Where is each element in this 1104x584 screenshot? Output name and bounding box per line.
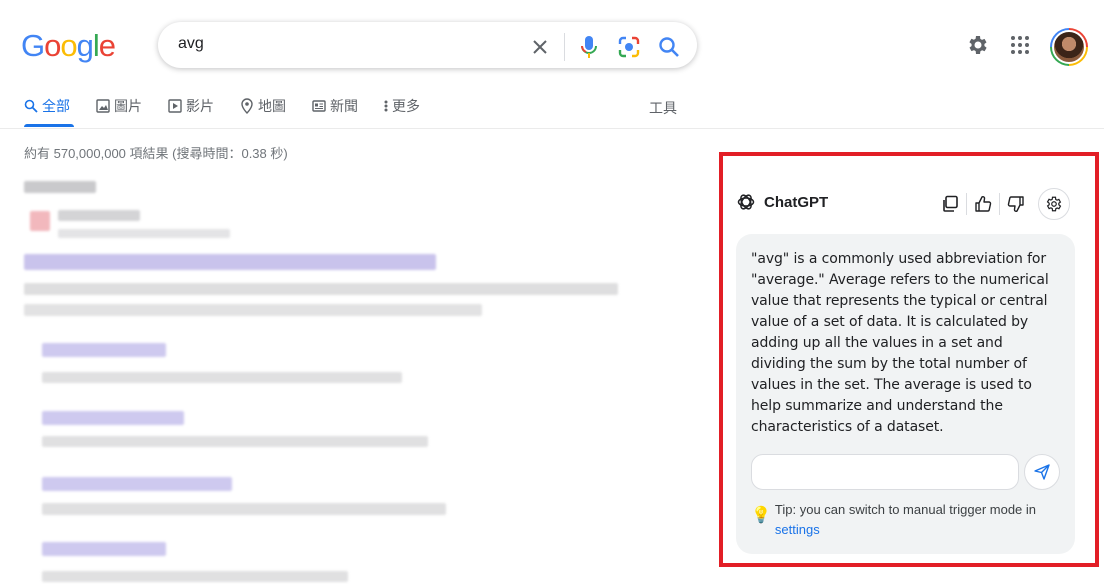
- thumbs-up-icon[interactable]: [969, 189, 997, 219]
- news-icon: [312, 100, 326, 112]
- search-icon: [24, 99, 38, 113]
- tab-all[interactable]: 全部: [24, 96, 70, 116]
- tab-videos[interactable]: 影片: [168, 96, 214, 116]
- search-divider: [564, 33, 565, 61]
- search-box[interactable]: avg: [158, 22, 697, 68]
- logo-letter: o: [60, 28, 77, 63]
- openai-logo-icon: [736, 192, 756, 212]
- logo-letter: e: [98, 28, 116, 63]
- chatgpt-input[interactable]: [751, 454, 1019, 490]
- google-logo[interactable]: Google: [21, 28, 116, 64]
- logo-letter: g: [76, 28, 94, 63]
- table-row[interactable]: [24, 254, 436, 270]
- send-button[interactable]: [1024, 454, 1060, 490]
- send-icon: [1034, 464, 1050, 480]
- result-stats: 約有 570,000,000 項結果 (搜尋時間：0.38 秒): [24, 146, 288, 161]
- action-divider: [999, 193, 1000, 215]
- camera-lens-icon[interactable]: [617, 35, 641, 59]
- chatgpt-card: "avg" is a commonly used abbreviation fo…: [736, 234, 1075, 554]
- chatgpt-title: ChatGPT: [764, 193, 829, 211]
- search-tabs: 全部 圖片 影片 地圖 新聞 更多: [24, 96, 446, 128]
- list-item[interactable]: [42, 411, 184, 425]
- chatgpt-answer: "avg" is a commonly used abbreviation fo…: [751, 251, 1049, 435]
- tab-news[interactable]: 新聞: [312, 96, 358, 116]
- search-icon[interactable]: [657, 35, 681, 59]
- chatgpt-settings-button[interactable]: [1038, 188, 1070, 220]
- copy-icon[interactable]: [936, 189, 964, 219]
- tip: 💡 Tip: you can switch to manual trigger …: [751, 500, 1061, 540]
- gear-icon: [1046, 196, 1062, 212]
- logo-letter: G: [21, 28, 45, 63]
- settings-link[interactable]: settings: [775, 522, 820, 537]
- microphone-icon[interactable]: [577, 35, 601, 59]
- clear-icon[interactable]: [528, 35, 552, 59]
- lightbulb-icon: 💡: [751, 507, 771, 524]
- tab-more[interactable]: 更多: [384, 96, 420, 116]
- search-input[interactable]: avg: [178, 35, 204, 53]
- header-divider: [0, 128, 1104, 129]
- action-divider: [966, 193, 967, 215]
- image-icon: [96, 99, 110, 113]
- video-icon: [168, 99, 182, 113]
- tools-button[interactable]: 工具: [649, 98, 677, 118]
- list-item[interactable]: [42, 542, 166, 556]
- apps-grid-icon[interactable]: [1008, 33, 1032, 62]
- account-avatar[interactable]: [1050, 28, 1088, 66]
- settings-gear-icon[interactable]: [966, 33, 990, 62]
- list-item[interactable]: [42, 477, 232, 491]
- map-pin-icon: [241, 98, 253, 114]
- thumbs-down-icon[interactable]: [1002, 189, 1030, 219]
- tab-images[interactable]: 圖片: [96, 96, 142, 116]
- logo-letter: o: [44, 28, 61, 63]
- more-vert-icon: [384, 100, 388, 112]
- chatgpt-header: ChatGPT: [736, 192, 828, 212]
- active-tab-indicator: [24, 124, 74, 127]
- tab-maps[interactable]: 地圖: [240, 96, 286, 116]
- tip-text: Tip: you can switch to manual trigger mo…: [774, 502, 1037, 517]
- list-item[interactable]: [42, 343, 166, 357]
- chatgpt-actions: [936, 188, 1070, 220]
